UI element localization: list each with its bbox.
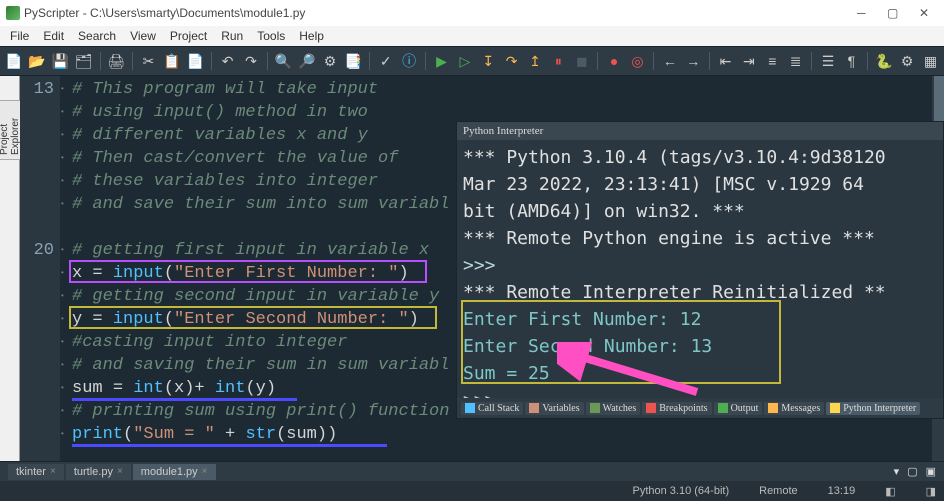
toolbar: 📄 📂 💾 🗂 🖨 ✂ 📋 📄 ↶ ↷ 🔍 🔎 ⚙ 📑 ✓ ⓘ ▶ ▷ ↧ ↷ … <box>0 46 944 76</box>
menu-tools[interactable]: Tools <box>251 28 291 44</box>
indent-icon[interactable]: ⇥ <box>739 51 758 71</box>
tab-breakpoints[interactable]: Breakpoints <box>642 402 711 415</box>
paste-icon[interactable]: 📄 <box>186 51 205 71</box>
menu-run[interactable]: Run <box>215 28 249 44</box>
close-icon[interactable]: × <box>117 466 123 477</box>
tab-overflow-icon[interactable]: ▾ <box>894 465 900 478</box>
line-number: 20 <box>20 239 54 262</box>
undo-icon[interactable]: ↶ <box>218 51 237 71</box>
app-icon <box>6 6 20 20</box>
breakpoint-icon[interactable]: ◎ <box>628 51 647 71</box>
find-next-icon[interactable]: 🔎 <box>297 51 316 71</box>
left-sidebar[interactable]: Project Explorer <box>0 76 20 461</box>
menu-edit[interactable]: Edit <box>37 28 70 44</box>
maximize-button[interactable]: ▢ <box>879 6 907 20</box>
line-number: 13 <box>20 78 54 101</box>
interpreter-title: Python Interpreter <box>457 122 943 140</box>
cut-icon[interactable]: ✂ <box>139 51 158 71</box>
record-icon[interactable]: ● <box>604 51 623 71</box>
window-title: PyScripter - C:\Users\smarty\Documents\m… <box>24 6 847 20</box>
uncomment-icon[interactable]: ≣ <box>786 51 805 71</box>
run-icon[interactable]: ▶ <box>432 51 451 71</box>
print-icon[interactable]: 🖨 <box>106 51 125 71</box>
status-notify-icon[interactable]: ◧ <box>885 485 895 498</box>
status-engine: Remote <box>759 485 798 497</box>
replace-icon[interactable]: ⚙ <box>320 51 339 71</box>
menu-help[interactable]: Help <box>293 28 330 44</box>
step-out-icon[interactable]: ↥ <box>525 51 544 71</box>
close-all-icon[interactable]: ▣ <box>926 465 936 478</box>
line-gutter: 13 20 <box>20 76 60 461</box>
save-icon[interactable]: 💾 <box>51 51 70 71</box>
new-tab-icon[interactable]: ▢ <box>907 465 917 478</box>
whitespace-icon[interactable]: ¶ <box>842 51 861 71</box>
interpreter-panel: Python Interpreter *** Python 3.10.4 (ta… <box>456 121 944 419</box>
new-file-icon[interactable]: 📄 <box>4 51 23 71</box>
find-in-files-icon[interactable]: 📑 <box>344 51 363 71</box>
nav-fwd-icon[interactable]: → <box>684 51 703 71</box>
step-into-icon[interactable]: ↧ <box>479 51 498 71</box>
fold-gutter: •••••• ••••••••• <box>60 76 72 461</box>
outdent-icon[interactable]: ⇤ <box>716 51 735 71</box>
nav-back-icon[interactable]: ← <box>660 51 679 71</box>
open-file-icon[interactable]: 📂 <box>27 51 46 71</box>
debug-icon[interactable]: ▷ <box>455 51 474 71</box>
copy-icon[interactable]: 📋 <box>162 51 181 71</box>
comment-icon[interactable]: ≡ <box>763 51 782 71</box>
main-area: Project Explorer 13 20 •••••• ••••••••• … <box>0 76 944 461</box>
syntax-check-icon[interactable]: ✓ <box>376 51 395 71</box>
settings-icon[interactable]: ⚙ <box>897 51 916 71</box>
python-icon[interactable]: 🐍 <box>874 51 893 71</box>
close-icon[interactable]: × <box>202 466 208 477</box>
menu-project[interactable]: Project <box>164 28 213 44</box>
close-icon[interactable]: × <box>50 466 56 477</box>
menu-view[interactable]: View <box>124 28 162 44</box>
info-icon[interactable]: ⓘ <box>399 51 418 71</box>
filetab-module1[interactable]: module1.py× <box>133 464 216 480</box>
filetab-tkinter[interactable]: tkinter× <box>8 464 64 480</box>
pause-icon[interactable]: ⏸ <box>549 51 568 71</box>
menu-bar: File Edit Search View Project Run Tools … <box>0 26 944 46</box>
search-icon[interactable]: 🔍 <box>274 51 293 71</box>
tab-call-stack[interactable]: Call Stack <box>461 402 523 415</box>
list-icon[interactable]: ☰ <box>818 51 837 71</box>
tab-watches[interactable]: Watches <box>586 402 641 415</box>
stop-icon[interactable]: ◼ <box>572 51 591 71</box>
save-all-icon[interactable]: 🗂 <box>74 51 93 71</box>
tab-output[interactable]: Output <box>714 402 763 415</box>
status-tray-icon[interactable]: ◨ <box>926 485 936 498</box>
tab-messages[interactable]: Messages <box>764 402 824 415</box>
redo-icon[interactable]: ↷ <box>241 51 260 71</box>
tab-python-interpreter[interactable]: Python Interpreter <box>826 402 920 415</box>
status-bar: Python 3.10 (64-bit) Remote 13:19 ◧ ◨ <box>0 481 944 501</box>
step-over-icon[interactable]: ↷ <box>502 51 521 71</box>
menu-file[interactable]: File <box>4 28 35 44</box>
interpreter-output[interactable]: *** Python 3.10.4 (tags/v3.10.4:9d38120 … <box>457 140 943 418</box>
filetab-turtle[interactable]: turtle.py× <box>66 464 131 480</box>
minimize-button[interactable]: ─ <box>847 6 875 20</box>
file-tabstrip: tkinter× turtle.py× module1.py× ▾ ▢ ▣ <box>0 461 944 481</box>
tab-variables[interactable]: Variables <box>525 402 583 415</box>
window-titlebar: PyScripter - C:\Users\smarty\Documents\m… <box>0 0 944 26</box>
interpreter-tabstrip: Call Stack Variables Watches Breakpoints… <box>457 398 943 418</box>
status-time: 13:19 <box>828 485 856 497</box>
menu-search[interactable]: Search <box>72 28 122 44</box>
close-button[interactable]: ✕ <box>910 6 938 20</box>
status-python: Python 3.10 (64-bit) <box>633 485 730 497</box>
layout-icon[interactable]: ▦ <box>921 51 940 71</box>
